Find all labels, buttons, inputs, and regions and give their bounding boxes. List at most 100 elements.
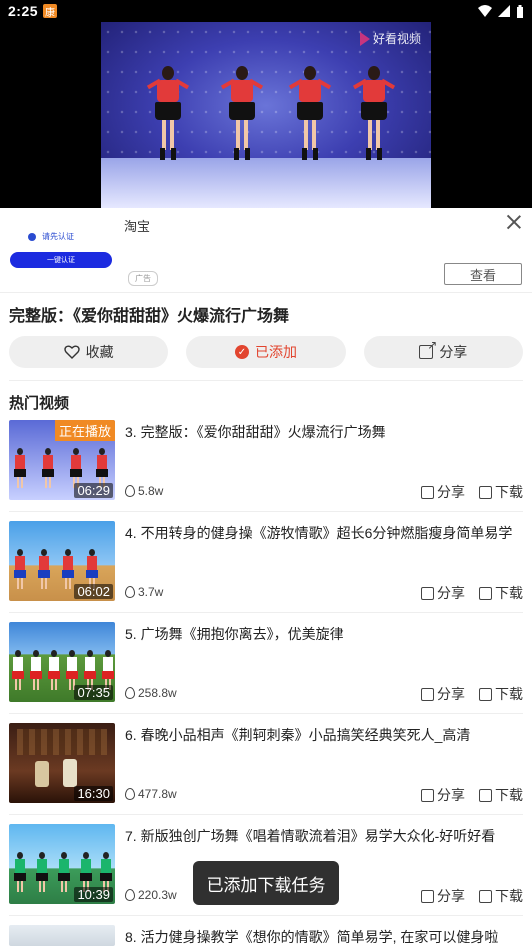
ad-banner[interactable]: 请先认证 一键认证 淘宝 广告 查看: [0, 208, 532, 293]
view-count: 477.8w: [125, 787, 177, 801]
dancer-figure: [352, 66, 396, 162]
video-duration: 06:29: [74, 483, 113, 498]
video-item-title[interactable]: 8. 活力健身操教学《想你的情歌》简单易学, 在家可以健身啦: [125, 927, 525, 946]
flame-icon: [125, 687, 135, 699]
item-download-button[interactable]: 下载: [479, 583, 523, 603]
share-icon: [421, 586, 434, 600]
watermark-text: 好看视频: [372, 32, 421, 46]
stage-floor: [101, 158, 431, 208]
favorite-button[interactable]: 收藏: [9, 336, 169, 368]
dancer-figure: [146, 66, 190, 162]
video-thumbnail[interactable]: 16:30: [9, 723, 115, 803]
added-button[interactable]: ✓ 已添加: [186, 336, 346, 368]
action-bar: 收藏 ✓ 已添加 分享: [9, 336, 523, 368]
video-list-item[interactable]: 07:35 5. 广场舞《拥抱你离去》，优美旋律 258.8w 分享 下载: [9, 622, 523, 714]
video-item-title[interactable]: 4. 不用转身的健身操《游牧情歌》超长6分钟燃脂瘦身简单易学: [125, 523, 525, 543]
video-duration: 10:39: [74, 887, 113, 902]
now-playing-badge: 正在播放: [54, 420, 115, 441]
toast-message: 已添加下载任务: [193, 861, 339, 905]
share-label: 分享: [439, 344, 468, 360]
download-text: 下载: [495, 888, 523, 904]
ad-advertiser: 淘宝: [124, 219, 151, 234]
heart-icon: [63, 345, 80, 359]
flame-icon: [125, 788, 135, 800]
close-icon[interactable]: [506, 214, 522, 230]
video-item-title[interactable]: 7. 新版独创广场舞《唱着情歌流着泪》易学大众化-好听好看: [125, 826, 525, 846]
check-icon: ✓: [234, 345, 249, 359]
ad-thumbnail[interactable]: 请先认证 一键认证: [10, 231, 112, 277]
video-list-item[interactable]: 正在播放 06:29 3. 完整版：《爱你甜甜甜》火爆流行广场舞 5.8w 分享…: [9, 420, 523, 512]
dancer-figure: [288, 66, 332, 162]
performer-figure: [35, 761, 49, 787]
flame-icon: [125, 586, 135, 598]
hot-videos-heading: 热门视频: [9, 395, 70, 412]
view-count-value: 5.8w: [138, 484, 164, 498]
download-icon: [479, 586, 492, 600]
video-frame[interactable]: 好看视频: [101, 22, 431, 208]
download-text: 下载: [495, 686, 523, 702]
app-notification-icon: 康: [43, 4, 58, 19]
battery-icon: [517, 4, 523, 18]
item-share-button[interactable]: 分享: [421, 785, 465, 805]
item-share-button[interactable]: 分享: [421, 482, 465, 502]
stage-backdrop: [17, 729, 107, 755]
video-thumbnail[interactable]: [9, 925, 115, 946]
download-text: 下载: [495, 787, 523, 803]
item-download-button[interactable]: 下载: [479, 684, 523, 704]
added-label: 已添加: [254, 344, 297, 360]
ad-badge: 广告: [128, 271, 158, 286]
item-download-button[interactable]: 下载: [479, 785, 523, 805]
share-icon: [421, 485, 434, 499]
video-thumbnail[interactable]: 07:35: [9, 622, 115, 702]
status-indicators: [478, 4, 524, 18]
flame-icon: [125, 889, 135, 901]
ad-dot-icon: [28, 232, 36, 241]
share-text: 分享: [437, 585, 465, 601]
share-icon: [421, 889, 434, 903]
share-button[interactable]: 分享: [363, 336, 523, 368]
video-item-title[interactable]: 3. 完整版：《爱你甜甜甜》火爆流行广场舞: [125, 422, 525, 442]
item-download-button[interactable]: 下载: [479, 482, 523, 502]
item-download-button[interactable]: 下载: [479, 886, 523, 906]
view-count-value: 3.7w: [138, 585, 164, 599]
haokan-watermark: 好看视频: [359, 30, 421, 47]
video-thumbnail[interactable]: 正在播放 06:29: [9, 420, 115, 500]
item-share-button[interactable]: 分享: [421, 583, 465, 603]
item-actions: 分享 下载: [421, 482, 523, 502]
video-list-item[interactable]: 06:02 4. 不用转身的健身操《游牧情歌》超长6分钟燃脂瘦身简单易学 3.7…: [9, 521, 523, 613]
download-icon: [479, 788, 492, 802]
performer-figure: [63, 759, 77, 787]
item-share-button[interactable]: 分享: [421, 886, 465, 906]
video-thumbnail[interactable]: 06:02: [9, 521, 115, 601]
video-item-title[interactable]: 5. 广场舞《拥抱你离去》，优美旋律: [125, 624, 525, 644]
video-list-item[interactable]: 16:30 6. 春晚小品相声《荆轲刺秦》小品搞笑经典笑死人_高清 477.8w…: [9, 723, 523, 815]
video-list-item[interactable]: 8. 活力健身操教学《想你的情歌》简单易学, 在家可以健身啦: [9, 925, 523, 946]
item-actions: 分享 下载: [421, 785, 523, 805]
ad-thumb-line: 请先认证: [10, 231, 112, 242]
download-text: 下载: [495, 484, 523, 500]
item-actions: 分享 下载: [421, 684, 523, 704]
status-time: 2:25: [8, 3, 39, 19]
ad-view-button[interactable]: 查看: [444, 263, 522, 285]
video-title: 完整版：《爱你甜甜甜》火爆流行广场舞: [9, 308, 290, 325]
view-count: 3.7w: [125, 585, 163, 599]
download-icon: [479, 687, 492, 701]
haokan-logo-icon: [359, 31, 370, 46]
share-text: 分享: [437, 484, 465, 500]
share-text: 分享: [437, 888, 465, 904]
flame-icon: [125, 485, 135, 497]
download-icon: [479, 889, 492, 903]
ad-thumb-button: 一键认证: [10, 252, 112, 268]
share-icon: [421, 788, 434, 802]
download-text: 下载: [495, 585, 523, 601]
share-text: 分享: [437, 686, 465, 702]
item-actions: 分享 下载: [421, 583, 523, 603]
item-share-button[interactable]: 分享: [421, 684, 465, 704]
video-duration: 07:35: [74, 685, 113, 700]
video-thumbnail[interactable]: 10:39: [9, 824, 115, 904]
video-player[interactable]: 好看视频: [0, 22, 532, 208]
share-text: 分享: [437, 787, 465, 803]
video-item-title[interactable]: 6. 春晚小品相声《荆轲刺秦》小品搞笑经典笑死人_高清: [125, 725, 525, 745]
video-duration: 16:30: [74, 786, 113, 801]
ad-thumb-text: 请先认证: [42, 232, 74, 241]
